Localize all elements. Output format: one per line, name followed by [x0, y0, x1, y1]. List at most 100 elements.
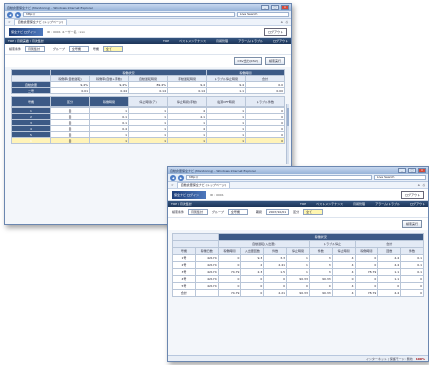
favorites-bar: ☆ 自動倉庫保全ナビ (トップページ) ⌂ ⎙	[168, 182, 428, 189]
nav-alarm[interactable]: アラーム/トラブル	[375, 202, 400, 206]
table-cell: 0.44	[89, 87, 129, 94]
window-title: 自動倉庫保全ナビ (Monitoring) - Windows Internet…	[7, 5, 94, 10]
cond-select[interactable]: 月別集計	[25, 46, 46, 52]
csv-button[interactable]: CSV出力(CSV)	[233, 57, 262, 65]
table-cell: 0.01	[50, 87, 90, 94]
table-cell: 1.1	[206, 87, 246, 94]
logout-button[interactable]: ログアウト	[400, 190, 424, 199]
search-button[interactable]: 検索実行	[401, 220, 422, 228]
row-label: 二号	[11, 87, 51, 94]
zoom-level[interactable]: 100%	[416, 357, 425, 361]
app-logo: 保全ナビ ログイン	[9, 27, 43, 36]
sub-header: トラブル停止	[308, 240, 356, 248]
nav-best-maintenance[interactable]: ベストメンテナンス	[179, 39, 206, 43]
back-arrow-icon[interactable]: ◀	[7, 11, 13, 18]
maximize-button[interactable]: □	[408, 168, 416, 173]
scrollbar-thumb[interactable]	[287, 108, 289, 126]
table-row[interactable]: 2号 42174 0 2 2.41 1 3 4 0 4.4 0.1	[172, 261, 424, 269]
status-text: インターネット | 保護モード: 無効	[365, 356, 413, 361]
status-bar: インターネット | 保護モード: 無効 100%	[168, 355, 428, 361]
group-select[interactable]: 全号機	[227, 209, 248, 215]
nav-best-maintenance[interactable]: ベストメンテナンス	[316, 202, 343, 206]
unit-select[interactable]: 全て	[102, 46, 123, 52]
star-icon[interactable]: ☆	[171, 183, 174, 187]
cond-select[interactable]: 月別集計	[188, 209, 209, 215]
print-icon[interactable]: ⎙	[286, 20, 288, 24]
table-row[interactable]: 1号 42174 0 9.3 3.3 1 3 4 0 4.4 0.1	[172, 254, 424, 262]
forward-arrow-icon[interactable]: ▶	[178, 174, 184, 181]
star-icon[interactable]: ☆	[8, 20, 11, 24]
user-info: ID : 0001	[210, 192, 224, 197]
address-bar: ◀ ▶ http:// Live Search	[168, 174, 428, 182]
close-button[interactable]: ×	[281, 5, 289, 10]
nav-logout[interactable]: ログアウト	[273, 39, 288, 43]
search-conditions: 検索条件 月別集計 グループ 全号機 号機 全て	[5, 44, 291, 55]
column-header: 停止時間	[286, 247, 310, 255]
cond-label: 検索条件	[172, 210, 185, 214]
group-label: グループ	[53, 47, 65, 51]
minimize-button[interactable]: _	[398, 168, 406, 173]
table-row[interactable]: 3号 42174 74.79 2.3 1.5 1 3 4 78.79 1.1 0.1	[172, 268, 424, 276]
print-icon[interactable]: ⎙	[423, 183, 425, 187]
browser-tab[interactable]: 自動倉庫保全ナビ (トップページ)	[13, 19, 67, 25]
maximize-button[interactable]: □	[271, 5, 279, 10]
action-bar: CSV出力(CSV) 検索実行	[5, 55, 291, 67]
sub-header: 自動運転(入出庫)	[217, 240, 310, 248]
column-header: 号機	[172, 247, 196, 255]
home-icon[interactable]: ⌂	[418, 183, 420, 187]
app-header: 保全ナビ ログイン ID : 0001 ユーザー名 : xxx ログアウト	[5, 26, 291, 38]
column-header: 停止時間	[331, 247, 356, 255]
scrollbar[interactable]	[286, 104, 289, 164]
back-arrow-icon[interactable]: ◀	[170, 174, 176, 181]
home-icon[interactable]: ⌂	[281, 20, 283, 24]
table-cell: 0.14	[128, 87, 168, 94]
cond-label: 検索条件	[9, 47, 22, 51]
search-input[interactable]: Live Search	[237, 12, 289, 17]
nav-logout[interactable]: ログアウト	[410, 202, 425, 206]
browser-window-front: 自動倉庫保全ナビ (Monitoring) - Windows Internet…	[167, 166, 429, 362]
unit-label: 号機	[92, 47, 99, 51]
column-header: 停止時間(手動)	[167, 96, 207, 107]
nav-monthly[interactable]: 月報管理	[216, 39, 228, 43]
period-select[interactable]: 2007/10/01	[265, 209, 290, 215]
column-header: 電源OFF時間	[206, 96, 246, 107]
nav-top[interactable]: TOP	[300, 202, 306, 206]
title-bar: 自動倉庫保全ナビ (Monitoring) - Windows Internet…	[5, 4, 291, 11]
type-label: 区分	[293, 210, 300, 214]
group-label: グループ	[212, 210, 224, 214]
forward-arrow-icon[interactable]: ▶	[15, 11, 21, 18]
url-input[interactable]: http://	[186, 175, 372, 180]
type-select[interactable]: 全て	[303, 209, 324, 215]
nav-monthly[interactable]: 月報管理	[353, 202, 365, 206]
detail-table: 号機 区分 稼働時間 停止時間(ア) 停止時間(手動) 電源OFF時間 トラブル…	[11, 96, 285, 107]
breadcrumb: TOP / 月間実績 / 月次集計	[8, 39, 44, 43]
favorites-bar: ☆ 自動倉庫保全ナビ (トップページ) ⌂ ⎙	[5, 19, 291, 26]
search-button[interactable]: 検索実行	[264, 57, 285, 65]
period-label: 期間	[255, 210, 262, 214]
url-input[interactable]: http://	[23, 12, 235, 17]
table-row[interactable]: 4号 42174 0 0 0 90.33 90.33 0 0 1.1 0	[172, 275, 424, 283]
table-row-selected[interactable]: 6 自 1 1 1 1 0	[11, 137, 285, 144]
table-row-total[interactable]: 合計 74.79 0 2.21 90.33 90.33 4 78.79 4.4 0	[172, 289, 424, 297]
address-bar: ◀ ▶ http:// Live Search	[5, 11, 291, 19]
column-header: 号機	[11, 96, 51, 107]
sub-header: 合計	[354, 240, 424, 248]
nav-alarm[interactable]: アラーム/トラブル	[238, 39, 263, 43]
table-row[interactable]: 5号 42174 0 0 0 0 0 4 0 0 0	[172, 282, 424, 290]
group-select[interactable]: 全号機	[68, 46, 89, 52]
app-header: 保全ナビ ログイン ID : 0001 ログアウト	[168, 189, 428, 201]
detail-table-body: 1 自 1 1 4 1 0 2 自 0.1 1 4.1 1 0 3 自 0.1	[11, 107, 285, 144]
search-input[interactable]: Live Search	[374, 175, 426, 180]
minimize-button[interactable]: _	[261, 5, 269, 10]
column-header: 停止時間(ア)	[128, 96, 168, 107]
browser-tab[interactable]: 自動倉庫保全ナビ (トップページ)	[176, 182, 230, 188]
summary-table: 稼働状況 稼働時間 稼働率(自動運転) 稼働率(自動+手動) 自動運転時間 手動…	[11, 69, 285, 94]
nav-top[interactable]: TOP	[163, 39, 169, 43]
user-info: ID : 0001 ユーザー名 : xxx	[47, 29, 85, 34]
logout-button[interactable]: ログアウト	[263, 27, 287, 36]
close-button[interactable]: ×	[418, 168, 426, 173]
column-header: 区分	[50, 96, 90, 107]
column-header: 件数	[400, 247, 424, 255]
column-header: 稼働日数	[194, 247, 219, 255]
detail-table-section: 号機 区分 稼働時間 停止時間(ア) 停止時間(手動) 電源OFF時間 トラブル…	[11, 96, 285, 144]
